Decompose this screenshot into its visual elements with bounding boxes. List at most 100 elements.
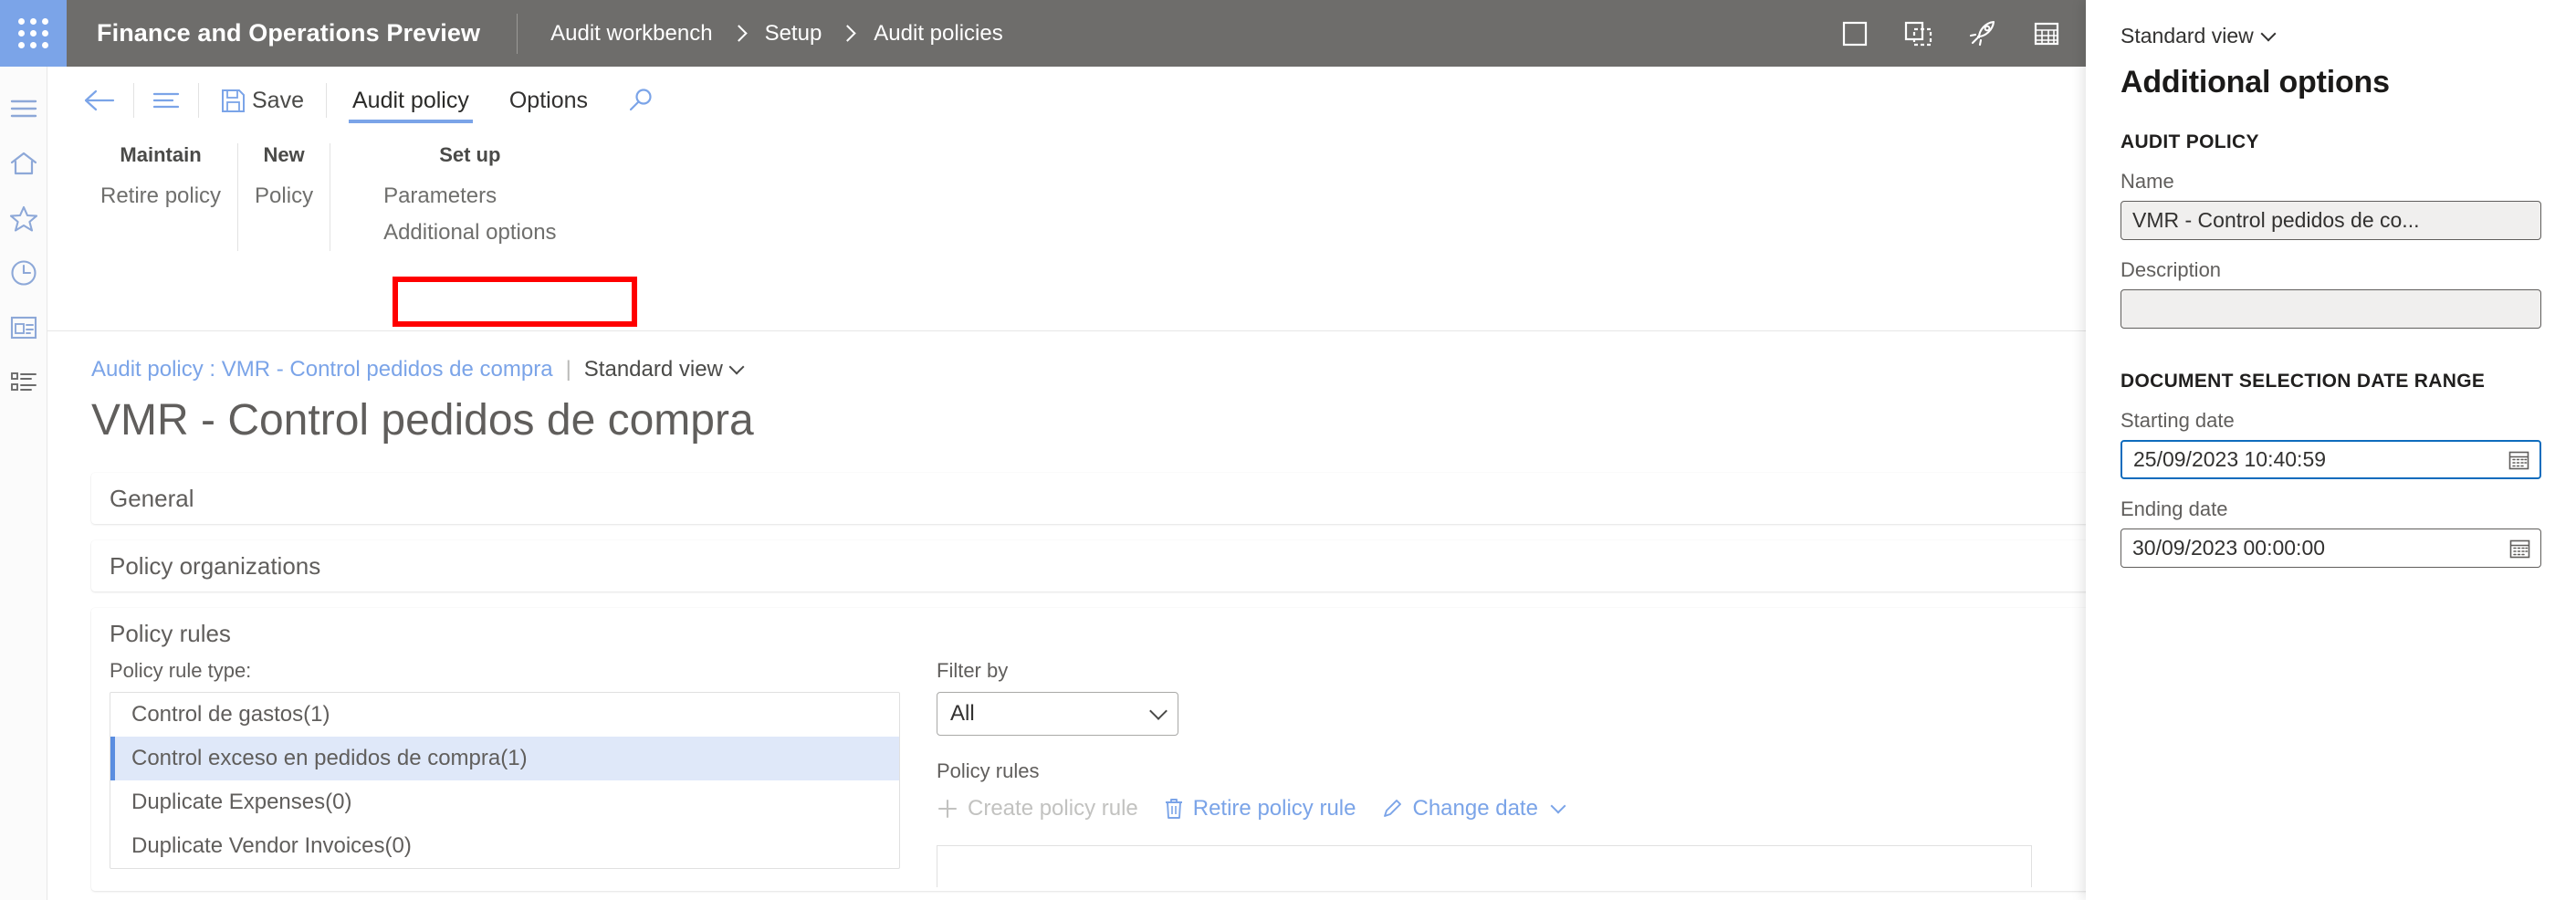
section-list: General Policy organizations Policy rule… [47, 473, 2086, 891]
action-group-setup-items: Parameters Additional options [367, 178, 572, 251]
action-group-maintain-title: Maintain [84, 143, 237, 178]
section-policy-rules-header[interactable]: Policy rules [91, 608, 2086, 659]
action-group-new: New Policy [238, 143, 330, 215]
breadcrumb-item-setup[interactable]: Setup [765, 21, 822, 47]
description-input[interactable] [2120, 289, 2541, 329]
panel-ending-date-field: Ending date 30/09/2023 00:00:00 [2120, 497, 2541, 568]
additional-options-button[interactable]: Additional options [367, 215, 572, 251]
page-breadcrumb-link[interactable]: Audit policy : VMR - Control pedidos de … [91, 357, 553, 382]
panel-name-label: Name [2120, 170, 2541, 194]
hamburger-menu-icon[interactable] [0, 81, 47, 136]
new-policy-button[interactable]: Policy [238, 178, 330, 215]
parameters-button[interactable]: Parameters [367, 178, 513, 215]
plus-icon [937, 798, 958, 820]
toolbar-divider [133, 83, 134, 118]
chevron-down-icon [1550, 799, 1565, 814]
list-item[interactable]: Duplicate Vendor Invoices(0) [110, 824, 899, 868]
calendar-icon[interactable] [2508, 449, 2529, 470]
action-group-maintain: Maintain Retire policy [84, 143, 237, 215]
retire-policy-rule-label: Retire policy rule [1193, 796, 1356, 822]
action-pane-groups: Maintain Retire policy New Policy Set up… [47, 134, 2086, 251]
list-item-label: Duplicate Vendor Invoices(0) [131, 833, 412, 859]
filter-by-value: All [950, 701, 975, 727]
view-selector-label: Standard view [584, 357, 723, 382]
section-policy-organizations[interactable]: Policy organizations [91, 540, 2086, 591]
ending-date-value: 30/09/2023 00:00:00 [2132, 536, 2325, 560]
panel-title: Additional options [2120, 65, 2541, 100]
view-selector[interactable]: Standard view [584, 357, 742, 382]
show-list-icon[interactable] [140, 67, 193, 134]
modules-list-icon[interactable] [0, 355, 47, 410]
breadcrumb-item-audit-policies[interactable]: Audit policies [874, 21, 1002, 47]
toolbar-divider [198, 83, 199, 118]
section-policy-rules-label: Policy rules [110, 620, 231, 648]
change-date-label: Change date [1412, 796, 1537, 822]
section-policy-rules-content: Policy rule type: Control de gastos(1) C… [91, 659, 2086, 887]
action-group-setup-title: Set up [367, 143, 572, 178]
change-date-button[interactable]: Change date [1381, 796, 1563, 822]
calculator-icon[interactable] [2015, 0, 2079, 67]
chevron-down-icon [2260, 26, 2276, 41]
list-item[interactable]: Control de gastos(1) [110, 693, 899, 737]
name-input-value: VMR - Control pedidos de co... [2132, 208, 2419, 233]
page-breadcrumb: Audit policy : VMR - Control pedidos de … [47, 331, 2086, 382]
app-title: Finance and Operations Preview [67, 0, 517, 67]
panel-ending-date-label: Ending date [2120, 497, 2541, 521]
name-input[interactable]: VMR - Control pedidos de co... [2120, 201, 2541, 240]
filter-by-select[interactable]: All [937, 692, 1178, 736]
filter-by-label: Filter by [937, 659, 2086, 683]
list-item[interactable]: Control exceso en pedidos de compra(1) [110, 737, 899, 780]
filter-by-group: Filter by All [937, 659, 2086, 736]
open-in-new-window-icon[interactable] [1887, 0, 1951, 67]
app-launcher-icon[interactable] [0, 0, 67, 67]
create-policy-rule-button[interactable]: Create policy rule [937, 796, 1138, 822]
action-pane: Save Audit policy Options Maintain Retir… [47, 67, 2086, 331]
list-item[interactable]: Duplicate Expenses(0) [110, 780, 899, 824]
search-icon[interactable] [608, 67, 674, 134]
tab-options[interactable]: Options [489, 67, 608, 134]
action-group-setup: Set up Parameters Additional options [330, 143, 572, 251]
breadcrumb-item-audit-workbench[interactable]: Audit workbench [550, 21, 712, 47]
home-icon[interactable] [0, 136, 47, 191]
pencil-icon [1381, 798, 1403, 820]
policy-rules-command-bar: Create policy rule Retire policy rule [937, 796, 2086, 822]
retire-policy-rule-button[interactable]: Retire policy rule [1164, 796, 1356, 822]
action-group-maintain-items: Retire policy [84, 178, 237, 215]
save-button[interactable]: Save [204, 67, 320, 134]
panel-description-label: Description [2120, 258, 2541, 282]
section-general-label: General [110, 485, 194, 513]
top-navigation-bar: Finance and Operations Preview Audit wor… [0, 0, 2086, 67]
tab-audit-policy[interactable]: Audit policy [332, 67, 489, 134]
policy-rules-column: Filter by All Policy rules [913, 659, 2086, 887]
tab-options-label: Options [509, 88, 588, 114]
starting-date-input[interactable]: 25/09/2023 10:40:59 [2120, 440, 2541, 479]
panel-view-selector[interactable]: Standard view [2120, 24, 2541, 48]
create-policy-rule-label: Create policy rule [968, 796, 1138, 822]
left-navigation-rail [0, 67, 47, 900]
topbar-icon-group [1823, 0, 2086, 67]
topbar-spacer [1003, 0, 1823, 67]
section-general[interactable]: General [91, 473, 2086, 524]
maximize-icon[interactable] [1823, 0, 1887, 67]
recent-clock-icon[interactable] [0, 246, 47, 300]
chevron-right-icon [730, 25, 747, 41]
policy-rule-type-column: Policy rule type: Control de gastos(1) C… [110, 659, 913, 887]
favorites-star-icon[interactable] [0, 191, 47, 246]
calendar-icon[interactable] [2509, 538, 2530, 559]
rocket-icon[interactable] [1951, 0, 2015, 67]
back-arrow-icon[interactable] [71, 67, 128, 134]
section-policy-organizations-label: Policy organizations [110, 552, 320, 581]
section-policy-rules: Policy rules Policy rule type: Control d… [91, 608, 2086, 891]
ending-date-input[interactable]: 30/09/2023 00:00:00 [2120, 528, 2541, 568]
panel-starting-date-field: Starting date 25/09/2023 10:40:59 [2120, 409, 2541, 479]
policy-rule-type-list: Control de gastos(1) Control exceso en p… [110, 692, 900, 869]
workspaces-icon[interactable] [0, 300, 47, 355]
starting-date-value: 25/09/2023 10:40:59 [2133, 447, 2326, 472]
panel-spacer [2120, 347, 2541, 371]
list-item-label: Duplicate Expenses(0) [131, 790, 351, 815]
panel-group-audit-policy: AUDIT POLICY [2120, 131, 2541, 153]
retire-policy-button[interactable]: Retire policy [84, 178, 237, 215]
tab-audit-policy-label: Audit policy [352, 88, 469, 114]
toolbar-divider [326, 83, 327, 118]
additional-options-panel: Standard view Additional options AUDIT P… [2086, 0, 2576, 900]
